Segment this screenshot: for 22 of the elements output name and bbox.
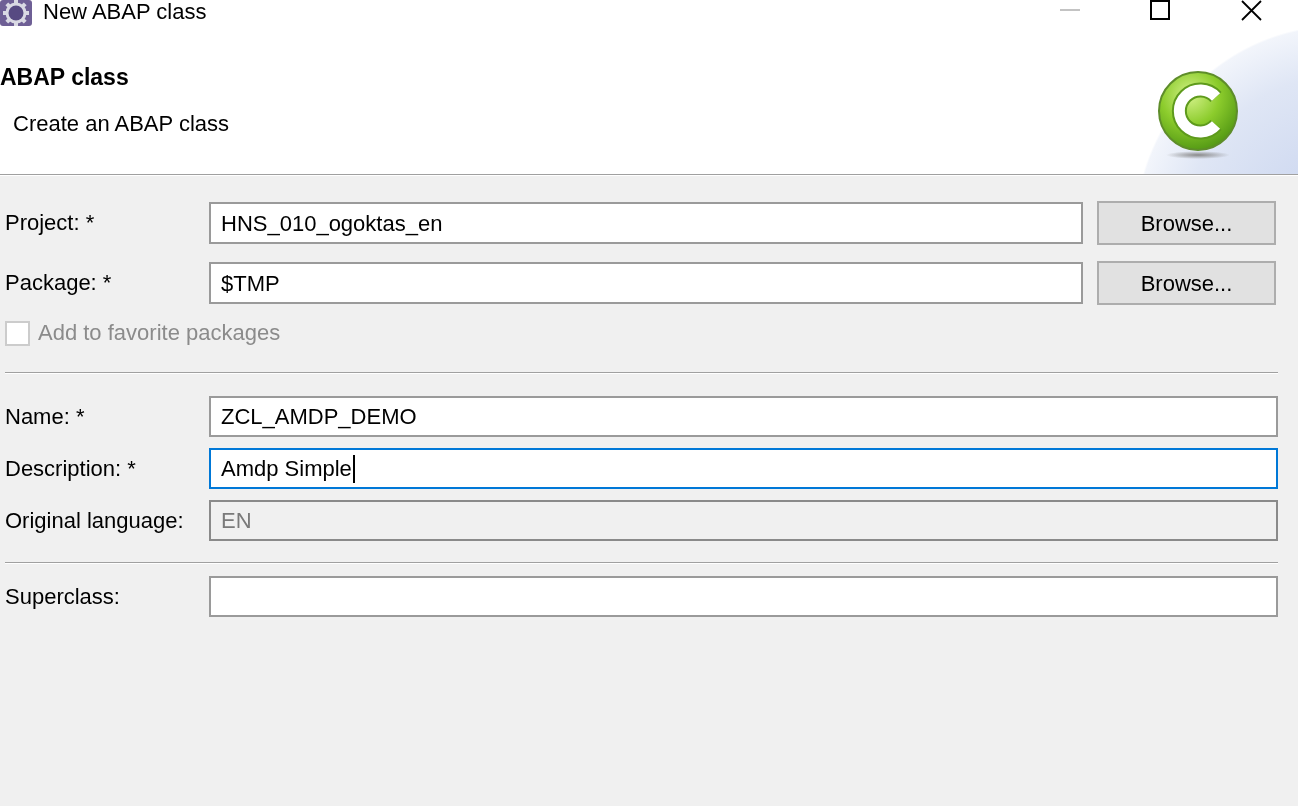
input-field[interactable]: ZCL_AMDP_DEMO [209, 396, 1278, 437]
close-icon[interactable] [1241, 0, 1262, 21]
letter-c-sphere-icon [1157, 70, 1239, 160]
input-field[interactable]: Amdp Simple [209, 448, 1278, 489]
field-label: Project: * [5, 210, 96, 236]
checkbox-label: Add to favorite packages [38, 320, 281, 346]
browse-button[interactable]: Browse... [1097, 261, 1276, 305]
field-label: Description: * [5, 455, 137, 482]
field-label: Superclass: [5, 583, 121, 610]
page-title: ABAP class [0, 63, 130, 91]
field-label: Name: * [5, 403, 86, 430]
window-title: New ABAP class [43, 0, 207, 24]
field-label: Package: * [5, 270, 113, 296]
field-label: Original language: [5, 507, 185, 534]
maximize-icon[interactable] [1150, 0, 1170, 20]
input-field[interactable]: HNS_010_ogoktas_en [209, 202, 1083, 244]
text-cursor-icon [352, 454, 355, 483]
input-field[interactable]: $TMP [209, 262, 1083, 304]
browse-button[interactable]: Browse... [1097, 201, 1276, 245]
gear-icon [0, 0, 32, 26]
input-field[interactable] [209, 576, 1278, 617]
page-subtitle: Create an ABAP class [13, 111, 230, 137]
